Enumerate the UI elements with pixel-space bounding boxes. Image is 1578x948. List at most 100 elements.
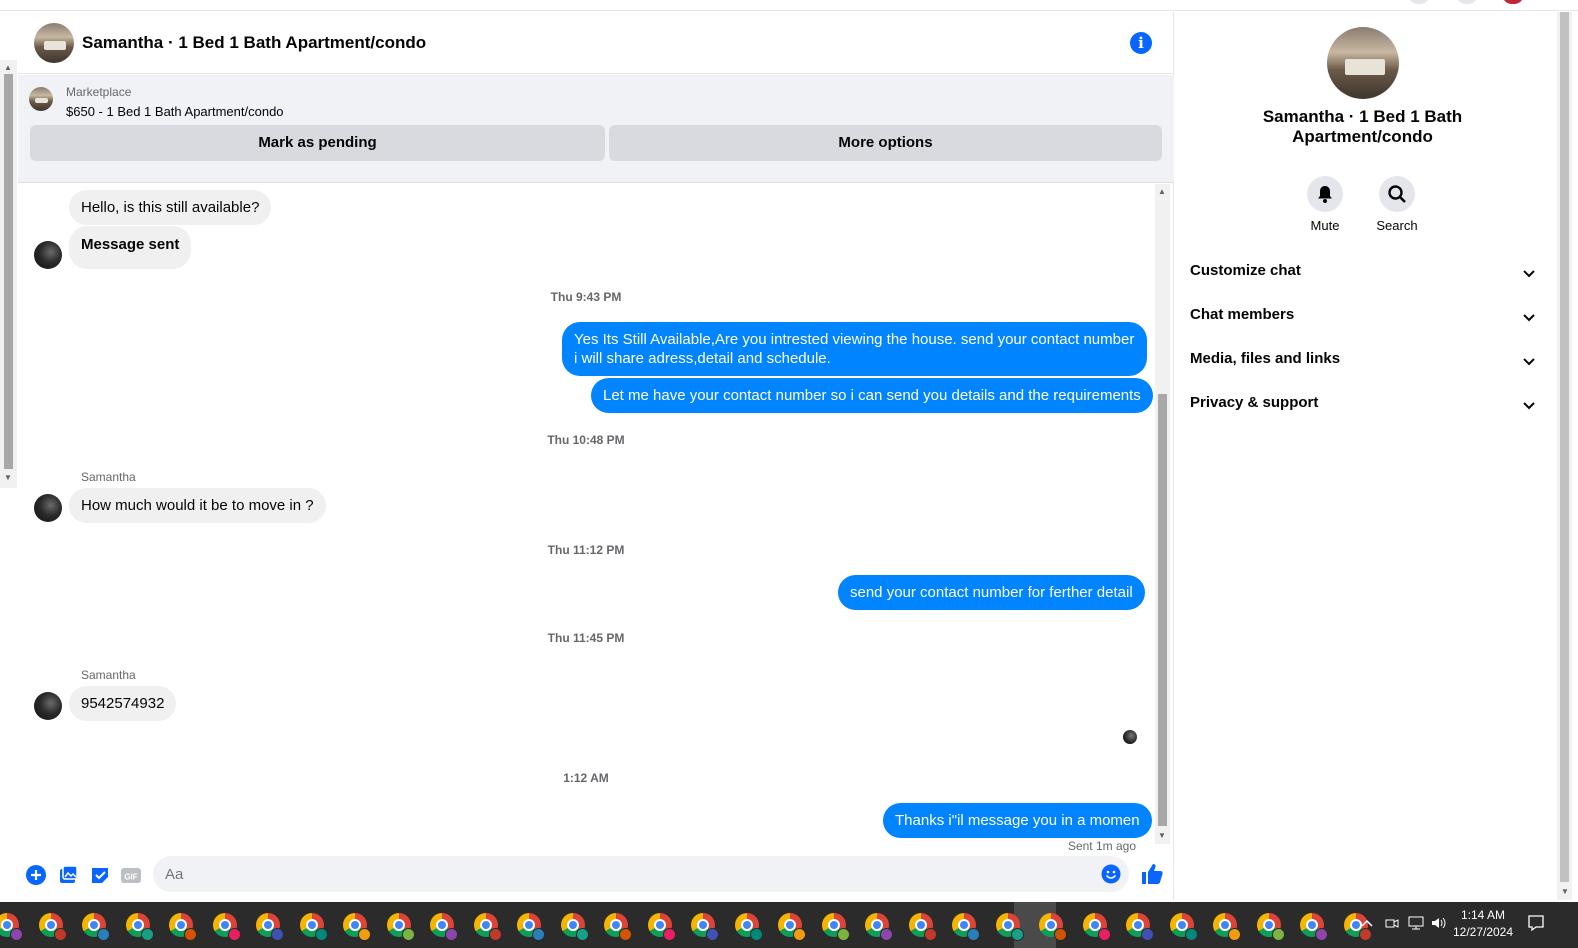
listing-avatar[interactable]: [34, 23, 74, 63]
timestamp: Thu 9:43 PM: [550, 290, 622, 304]
chat-title[interactable]: Samantha · 1 Bed 1 Bath Apartment/condo: [82, 33, 426, 53]
browser-taskbar-icon[interactable]: [210, 910, 241, 941]
scroll-down-icon[interactable]: ▼: [1561, 888, 1569, 896]
message-input[interactable]: [153, 856, 1129, 892]
message-list: Hello, is this still available? Message …: [18, 184, 1174, 856]
browser-taskbar-icon[interactable]: [297, 910, 328, 941]
scroll-thumb[interactable]: [1158, 394, 1167, 826]
clock-date: 12/27/2024: [1452, 925, 1514, 939]
listing-title[interactable]: $650 - 1 Bed 1 Bath Apartment/condo: [66, 104, 284, 119]
scroll-down-icon[interactable]: ▼: [1158, 832, 1166, 840]
browser-taskbar-icon[interactable]: [645, 910, 676, 941]
message-incoming[interactable]: 9542574932: [69, 686, 177, 721]
browser-taskbar-icon[interactable]: [1123, 910, 1154, 941]
browser-taskbar-icon[interactable]: [775, 910, 806, 941]
browser-taskbar-icon[interactable]: [1080, 910, 1111, 941]
browser-taskbar-icon[interactable]: [819, 910, 850, 941]
message-outgoing[interactable]: send your contact number for ferther det…: [838, 575, 1145, 610]
browser-taskbar-icon[interactable]: [1167, 910, 1198, 941]
avatar[interactable]: [34, 692, 62, 720]
mute-button[interactable]: Mute: [1289, 176, 1361, 233]
search-button[interactable]: Search: [1361, 176, 1433, 233]
plus-icon[interactable]: [25, 864, 47, 886]
browser-taskbar-icon[interactable]: [906, 910, 937, 941]
notification-icon[interactable]: [1527, 914, 1545, 932]
browser-taskbar-icon[interactable]: [0, 910, 23, 941]
timestamp: Thu 10:48 PM: [547, 433, 625, 447]
more-options-button[interactable]: More options: [609, 125, 1162, 161]
browser-taskbar-icon[interactable]: [166, 910, 197, 941]
network-icon[interactable]: [1408, 916, 1424, 930]
browser-taskbar-icon[interactable]: [514, 910, 545, 941]
like-icon[interactable]: [1140, 862, 1164, 886]
scroll-down-icon[interactable]: ▼: [4, 474, 12, 482]
sender-name: Samantha: [81, 470, 136, 484]
volume-icon[interactable]: [1431, 916, 1447, 930]
panel-avatar[interactable]: [1327, 27, 1399, 99]
browser-taskbar-icon[interactable]: [732, 910, 763, 941]
page-scrollbar[interactable]: ▼: [1551, 12, 1578, 900]
browser-taskbar-icon[interactable]: [862, 910, 893, 941]
photo-icon[interactable]: [57, 864, 79, 886]
section-label: Chat members: [1190, 306, 1295, 323]
message-outgoing[interactable]: Yes Its Still Available,Are you intreste…: [562, 322, 1147, 376]
marketplace-banner: Marketplace $650 - 1 Bed 1 Bath Apartmen…: [18, 75, 1174, 183]
browser-taskbar-icon[interactable]: [123, 910, 154, 941]
browser-taskbar-icon[interactable]: [688, 910, 719, 941]
message-incoming[interactable]: Message sent: [69, 226, 192, 269]
browser-taskbar-icon[interactable]: [1210, 910, 1241, 941]
section-label: Privacy & support: [1190, 394, 1319, 411]
sticker-icon[interactable]: [89, 864, 111, 886]
chat-members-section[interactable]: Chat members: [1190, 306, 1540, 330]
message-incoming[interactable]: How much would it be to move in ?: [69, 488, 326, 523]
messages-scrollbar[interactable]: ▲ ▼: [1155, 184, 1170, 844]
timestamp: Thu 11:12 PM: [547, 543, 625, 557]
info-icon[interactable]: i: [1130, 32, 1152, 54]
gif-icon[interactable]: GIF: [120, 864, 142, 886]
emoji-icon[interactable]: [1101, 864, 1121, 884]
browser-taskbar-icon[interactable]: [558, 910, 589, 941]
avatar[interactable]: [34, 494, 62, 522]
scroll-up-icon[interactable]: ▲: [1158, 188, 1166, 196]
browser-taskbar-icon[interactable]: [253, 910, 284, 941]
browser-taskbar-icon[interactable]: [340, 910, 371, 941]
meet-now-icon[interactable]: [1385, 916, 1399, 930]
media-files-links-section[interactable]: Media, files and links: [1190, 350, 1540, 374]
top-ghost-icon: [1408, 0, 1430, 4]
browser-taskbar-icon[interactable]: [427, 910, 458, 941]
top-profile-icon: [1502, 0, 1524, 4]
chat-header: Samantha · 1 Bed 1 Bath Apartment/condo …: [18, 12, 1174, 74]
browser-taskbar-icon[interactable]: [601, 910, 632, 941]
marketplace-label: Marketplace: [66, 85, 132, 99]
search-icon: [1388, 185, 1406, 203]
browser-taskbar-icon[interactable]: [1254, 910, 1285, 941]
listing-thumb[interactable]: [29, 87, 53, 111]
browser-taskbar-icon[interactable]: [949, 910, 980, 941]
message-outgoing[interactable]: Let me have your contact number so i can…: [591, 378, 1153, 413]
browser-taskbar-icon[interactable]: [36, 910, 67, 941]
message-outgoing[interactable]: Thanks i"il message you in a momen: [883, 803, 1152, 838]
browser-taskbar-icon[interactable]: [1297, 910, 1328, 941]
svg-text:GIF: GIF: [124, 873, 137, 882]
message-incoming[interactable]: Hello, is this still available?: [69, 190, 272, 225]
system-clock[interactable]: 1:14 AM 12/27/2024: [1448, 907, 1518, 941]
read-receipt-avatar: [1123, 730, 1137, 744]
privacy-support-section[interactable]: Privacy & support: [1190, 394, 1540, 418]
chevron-down-icon: [1523, 402, 1535, 410]
scroll-up-icon[interactable]: ▲: [4, 64, 12, 72]
search-label: Search: [1376, 218, 1418, 233]
customize-chat-section[interactable]: Customize chat: [1190, 262, 1540, 286]
clock-time: 1:14 AM: [1460, 908, 1506, 922]
window-scrollbar[interactable]: ▲ ▼: [0, 60, 17, 488]
browser-taskbar-icon[interactable]: [1036, 910, 1067, 941]
browser-taskbar-icon[interactable]: [79, 910, 110, 941]
browser-taskbar-icon[interactable]: [993, 910, 1024, 941]
chevron-up-icon[interactable]: [1360, 916, 1374, 930]
mark-as-pending-button[interactable]: Mark as pending: [30, 125, 605, 161]
browser-taskbar-icon[interactable]: [384, 910, 415, 941]
scroll-thumb[interactable]: [4, 74, 13, 469]
browser-taskbar-icon[interactable]: [471, 910, 502, 941]
panel-title: Samantha · 1 Bed 1 Bath Apartment/condo: [1262, 107, 1463, 146]
avatar[interactable]: [34, 241, 62, 269]
scroll-thumb[interactable]: [1560, 12, 1569, 882]
